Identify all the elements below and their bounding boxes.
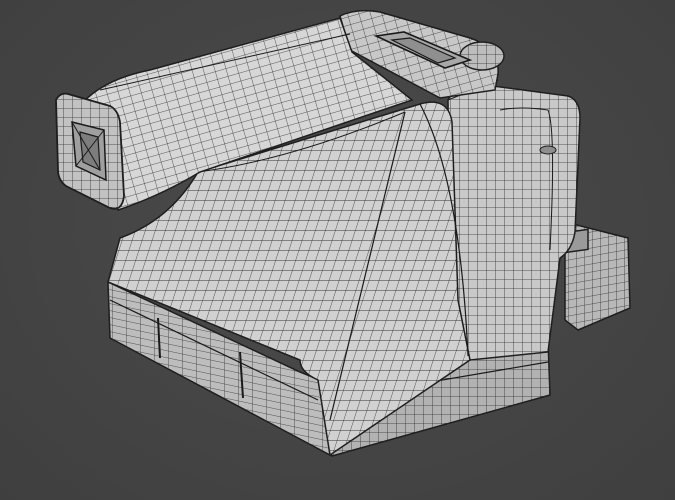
- sensor-hole-icon: [539, 145, 557, 155]
- viewport: [0, 0, 675, 500]
- camera-tower: [447, 79, 581, 361]
- camera-wireframe-render: [55, 9, 631, 457]
- eyepiece-icon: [55, 92, 125, 210]
